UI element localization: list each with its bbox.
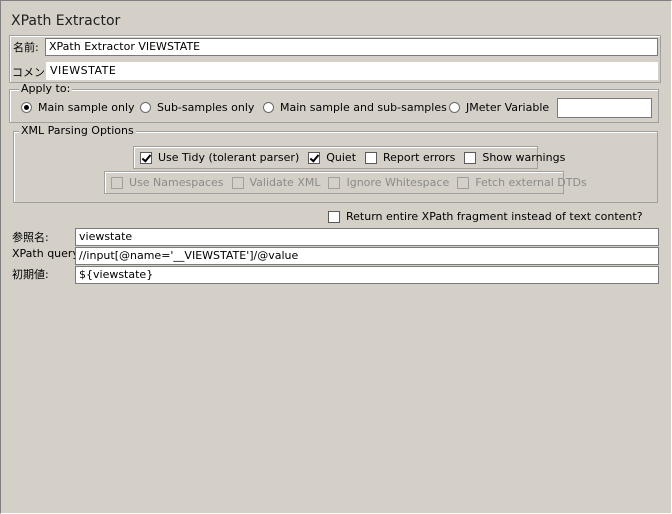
radio-main-and-sub-samples[interactable]: Main sample and sub-samples: [263, 101, 447, 114]
reference-name-input[interactable]: viewstate: [75, 228, 659, 246]
checkbox-disabled-icon[interactable]: [111, 176, 123, 189]
xpath-query-input[interactable]: //input[@name='__VIEWSTATE']/@value: [75, 247, 659, 265]
checkbox-label: Validate XML: [249, 176, 321, 189]
apply-to-legend: Apply to:: [19, 82, 73, 95]
name-label: 名前:: [13, 41, 39, 54]
checkbox-label: Return entire XPath fragment instead of …: [346, 210, 643, 223]
checkbox-checked-icon[interactable]: [308, 151, 321, 164]
radio-label: Main sample and sub-samples: [280, 101, 447, 114]
radio-label: Main sample only: [38, 101, 135, 114]
radio-unselected-icon[interactable]: [140, 102, 151, 113]
checkbox-label: Use Namespaces: [129, 176, 224, 189]
checkbox-unchecked-icon[interactable]: [464, 151, 477, 164]
checkbox-validate-xml[interactable]: Validate XML: [231, 176, 321, 189]
checkbox-report-errors[interactable]: Report errors: [365, 151, 455, 164]
default-value-label: 初期値:: [12, 268, 49, 281]
radio-sub-samples-only[interactable]: Sub-samples only: [140, 101, 254, 114]
checkbox-label: Ignore Whitespace: [346, 176, 450, 189]
checkbox-label: Use Tidy (tolerant parser): [158, 151, 300, 164]
checkbox-checked-icon[interactable]: [140, 151, 152, 164]
checkbox-label: Quiet: [326, 151, 357, 164]
default-value-input[interactable]: ${viewstate}: [75, 266, 659, 284]
radio-unselected-icon[interactable]: [263, 102, 274, 113]
checkbox-use-tidy[interactable]: Use Tidy (tolerant parser): [140, 151, 299, 164]
checkbox-disabled-icon[interactable]: [231, 176, 244, 189]
radio-label: JMeter Variable: [466, 101, 550, 114]
checkbox-show-warnings[interactable]: Show warnings: [464, 151, 565, 164]
checkbox-disabled-icon[interactable]: [328, 176, 341, 189]
checkbox-ignore-whitespace[interactable]: Ignore Whitespace: [328, 176, 449, 189]
checkbox-unchecked-icon[interactable]: [365, 151, 378, 164]
checkbox-unchecked-icon[interactable]: [328, 210, 340, 223]
xpath-query-label: XPath query:: [12, 247, 82, 260]
checkbox-return-xpath-fragment[interactable]: Return entire XPath fragment instead of …: [328, 210, 643, 223]
checkbox-label: Report errors: [383, 151, 456, 164]
checkbox-label: Show warnings: [482, 151, 566, 164]
radio-unselected-icon[interactable]: [449, 102, 460, 113]
xml-parsing-legend: XML Parsing Options: [19, 124, 136, 137]
radio-selected-icon[interactable]: [21, 102, 32, 113]
jmeter-variable-input[interactable]: [557, 98, 652, 118]
name-input[interactable]: XPath Extractor VIEWSTATE: [45, 38, 658, 56]
checkbox-disabled-icon[interactable]: [457, 176, 470, 189]
namespace-options-group: Use Namespaces Validate XML Ignore White…: [104, 171, 587, 194]
tidy-options-group: Use Tidy (tolerant parser) Quiet Report …: [133, 146, 565, 169]
checkbox-fetch-external-dtds[interactable]: Fetch external DTDs: [457, 176, 587, 189]
panel-title: XPath Extractor: [11, 13, 121, 29]
radio-label: Sub-samples only: [157, 101, 255, 114]
checkbox-label: Fetch external DTDs: [475, 176, 587, 189]
radio-main-sample-only[interactable]: Main sample only: [21, 101, 135, 114]
checkbox-quiet[interactable]: Quiet: [308, 151, 356, 164]
checkbox-use-namespaces[interactable]: Use Namespaces: [111, 176, 224, 189]
radio-jmeter-variable[interactable]: JMeter Variable: [449, 101, 549, 114]
reference-name-label: 参照名:: [12, 231, 49, 244]
comment-input[interactable]: VIEWSTATE: [46, 62, 658, 80]
